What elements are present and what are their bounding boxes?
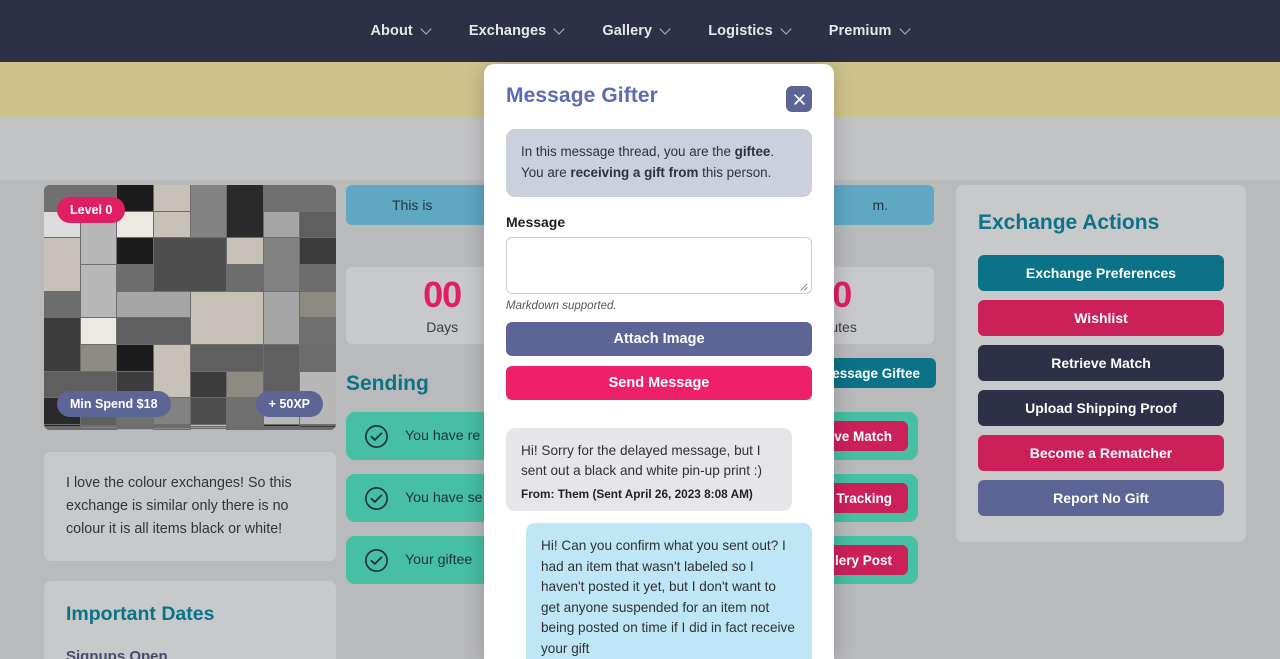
exchange-actions-title: Exchange Actions bbox=[978, 211, 1160, 234]
check-circle-icon bbox=[365, 486, 388, 510]
close-icon[interactable] bbox=[786, 86, 812, 112]
wishlist-button[interactable]: Wishlist bbox=[978, 300, 1224, 336]
list-item: Hi! Can you confirm what you sent out? I… bbox=[526, 522, 812, 659]
nav-item-label: Logistics bbox=[708, 23, 773, 39]
message-body: Hi! Sorry for the delayed message, but I… bbox=[521, 442, 763, 479]
nav-item-list: About Exchanges Gallery Logistics Premiu… bbox=[366, 17, 913, 45]
list-item: Hi! Sorry for the delayed message, but I… bbox=[506, 427, 792, 511]
nav-item-label: Exchanges bbox=[468, 23, 547, 39]
nav-item-label: Gallery bbox=[602, 23, 653, 39]
nav-item-premium[interactable]: Premium bbox=[825, 17, 914, 45]
thread-role-notice: In this message thread, you are the gift… bbox=[506, 129, 812, 197]
upload-shipping-proof-button[interactable]: Upload Shipping Proof bbox=[978, 390, 1224, 426]
nav-item-gallery[interactable]: Gallery bbox=[598, 17, 674, 45]
notice-bold-receiving: receiving a gift from bbox=[570, 164, 699, 180]
nav-item-logistics[interactable]: Logistics bbox=[704, 17, 795, 45]
nav-item-about[interactable]: About bbox=[366, 17, 434, 45]
notice-part1: In this message thread, you are the bbox=[521, 144, 735, 159]
exchange-actions-card: Exchange Actions Exchange Preferences Wi… bbox=[956, 185, 1246, 542]
signups-open-label: Signups Open bbox=[66, 648, 168, 659]
send-message-button[interactable]: Send Message bbox=[506, 365, 812, 400]
message-meta: From: Them (Sent April 26, 2023 8:08 AM) bbox=[521, 487, 777, 501]
report-no-gift-button[interactable]: Report No Gift bbox=[978, 480, 1224, 516]
countdown-unit-days: 00 Days bbox=[423, 273, 462, 335]
exchange-description-text: I love the colour exchanges! So this exc… bbox=[66, 475, 292, 538]
message-sender-timestamp: From: Them (Sent April 26, 2023 8:08 AM) bbox=[521, 486, 753, 501]
message-gifter-modal: Message Gifter In this message thread, y… bbox=[484, 64, 834, 659]
exchange-description-card: I love the colour exchanges! So this exc… bbox=[44, 452, 336, 562]
message-body: Hi! Can you confirm what you sent out? I… bbox=[541, 537, 795, 657]
chevron-down-icon bbox=[901, 25, 910, 34]
important-dates-title: Important Dates bbox=[66, 603, 215, 626]
message-field-label: Message bbox=[506, 213, 566, 230]
exchange-preferences-button[interactable]: Exchange Preferences bbox=[978, 255, 1224, 291]
chevron-down-icon bbox=[555, 25, 564, 34]
left-column: Level 0 Min Spend $18 + 50XP I love the … bbox=[44, 185, 336, 659]
chevron-down-icon bbox=[422, 25, 431, 34]
chevron-down-icon bbox=[782, 25, 791, 34]
retrieve-match-button[interactable]: Retrieve Match bbox=[978, 345, 1224, 381]
close-glyph bbox=[793, 93, 805, 105]
countdown-days-label: Days bbox=[426, 318, 459, 335]
check-circle-icon bbox=[365, 424, 388, 448]
nav-item-label: About bbox=[370, 23, 413, 39]
status-row-text: You have se bbox=[405, 490, 483, 506]
message-thread: Hi! Sorry for the delayed message, but I… bbox=[484, 415, 834, 659]
status-row-text: Your giftee bbox=[405, 552, 473, 568]
nav-item-exchanges[interactable]: Exchanges bbox=[465, 17, 568, 45]
markdown-hint: Markdown supported. bbox=[506, 299, 617, 312]
message-compose-form: Message Markdown supported. Attach Image… bbox=[484, 197, 834, 400]
status-row-text: You have re bbox=[405, 428, 481, 444]
chevron-down-icon bbox=[661, 25, 670, 34]
notice-part3: this person. bbox=[698, 164, 772, 180]
exchange-info-bar-text-left: This is bbox=[391, 197, 433, 213]
notice-bold-giftee: giftee bbox=[734, 144, 771, 159]
message-input[interactable] bbox=[506, 236, 812, 294]
modal-title: Message Gifter bbox=[506, 84, 658, 107]
important-dates-card: Important Dates Signups Open bbox=[44, 581, 336, 659]
min-spend-badge: Min Spend $18 bbox=[57, 391, 171, 417]
resize-handle-icon[interactable] bbox=[797, 280, 808, 291]
exchange-info-bar-text-right: m. bbox=[872, 197, 888, 213]
page-root: About Exchanges Gallery Logistics Premiu… bbox=[0, 0, 1280, 659]
exchange-actions-list: Exchange Preferences Wishlist Retrieve M… bbox=[978, 255, 1224, 516]
level-badge: Level 0 bbox=[57, 197, 126, 223]
xp-badge: + 50XP bbox=[255, 391, 323, 417]
countdown-days-value: 00 bbox=[423, 273, 462, 315]
modal-header: Message Gifter bbox=[484, 64, 834, 112]
exchange-cover-image: Level 0 Min Spend $18 + 50XP bbox=[44, 185, 336, 430]
right-column: Exchange Actions Exchange Preferences Wi… bbox=[956, 185, 1246, 659]
attach-image-button[interactable]: Attach Image bbox=[506, 321, 812, 356]
top-navigation-bar: About Exchanges Gallery Logistics Premiu… bbox=[0, 0, 1280, 62]
nav-item-label: Premium bbox=[828, 23, 892, 39]
become-a-rematcher-button[interactable]: Become a Rematcher bbox=[978, 435, 1224, 471]
check-circle-icon bbox=[365, 548, 388, 572]
